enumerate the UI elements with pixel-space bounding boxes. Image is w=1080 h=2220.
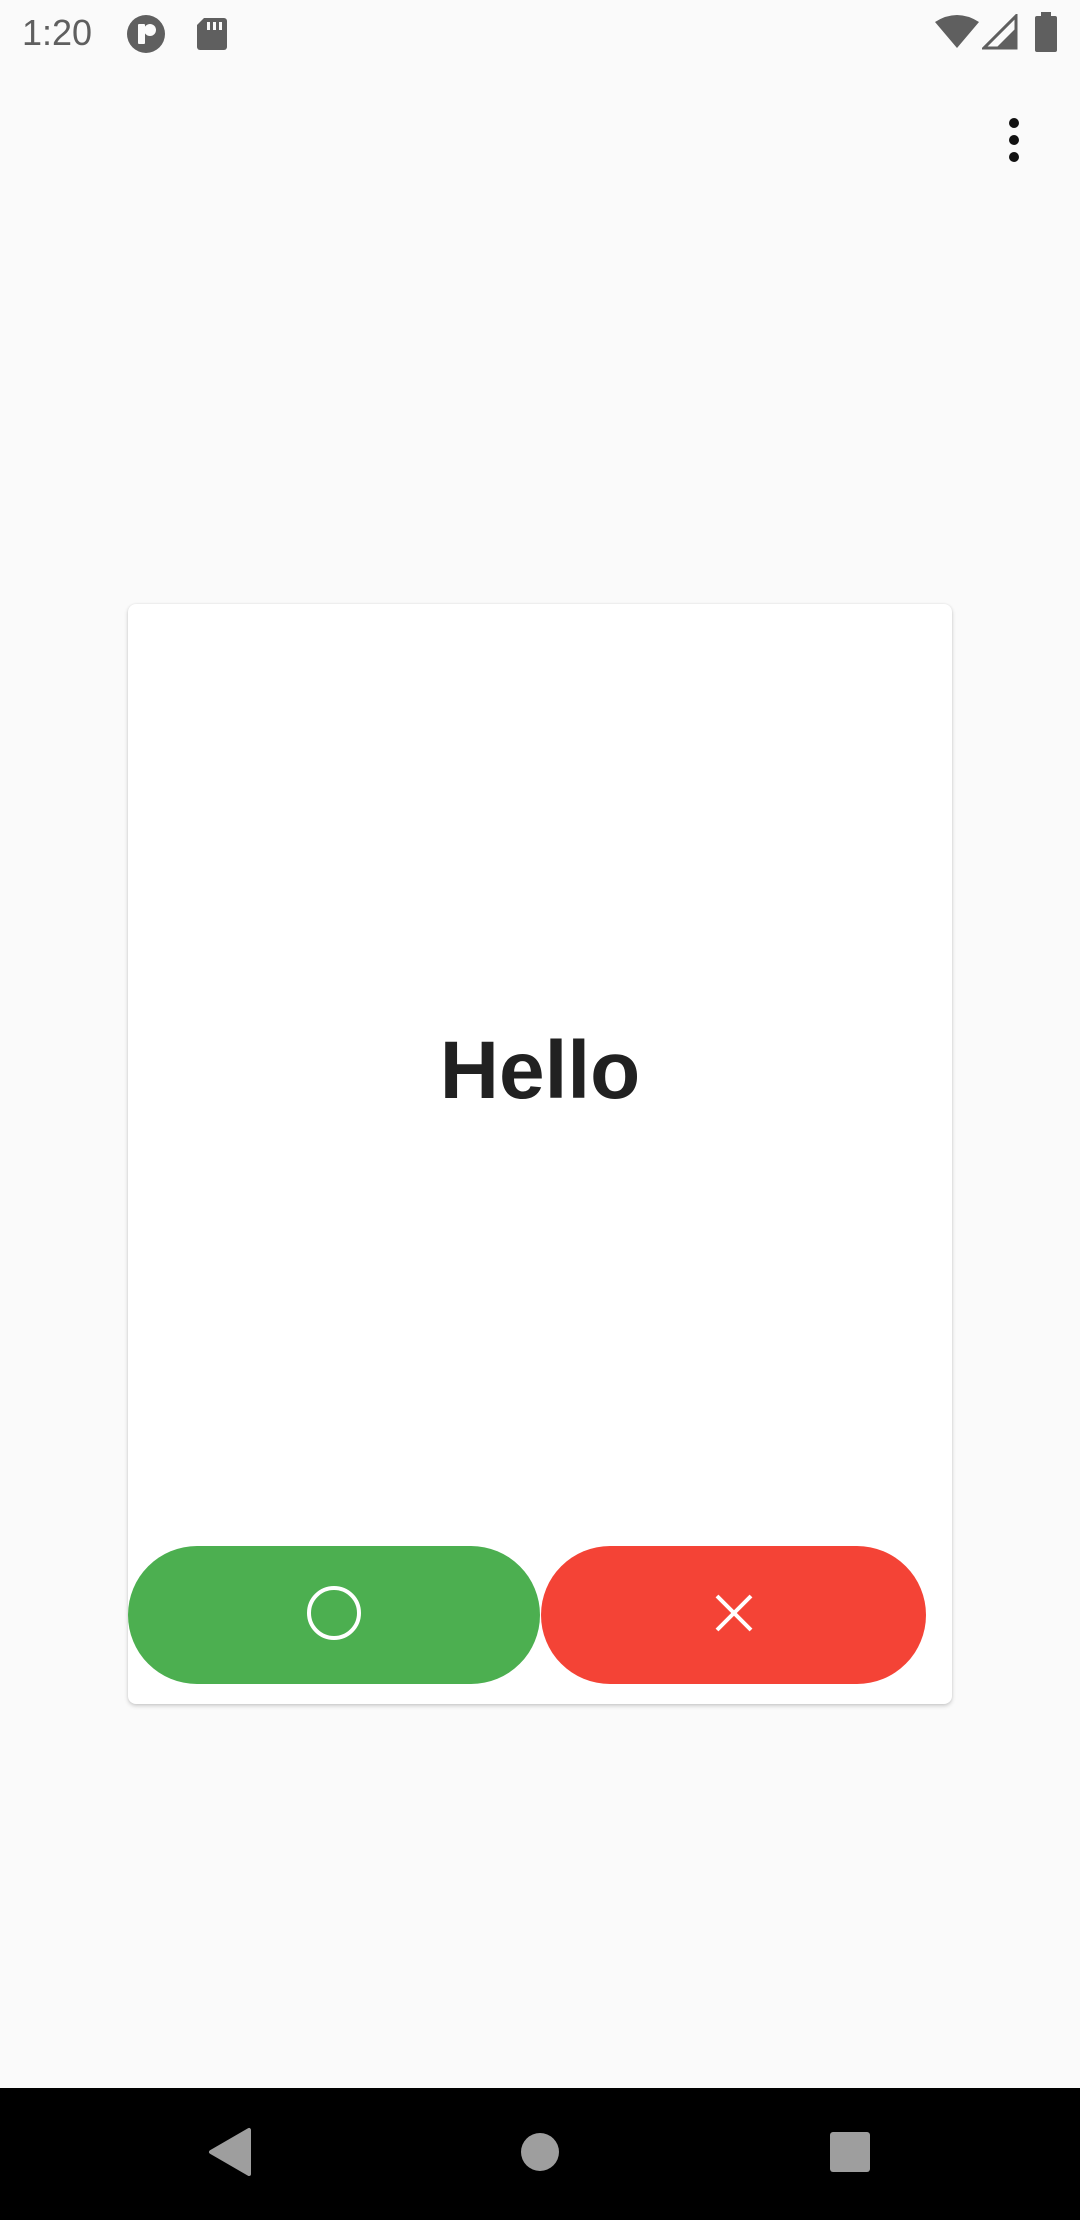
cross-icon: [713, 1592, 755, 1639]
home-button[interactable]: [508, 2122, 572, 2186]
more-options-button[interactable]: [990, 112, 1038, 172]
correct-button[interactable]: [128, 1546, 540, 1684]
battery-icon: [1034, 12, 1058, 57]
sd-card-icon: [192, 14, 232, 54]
home-circle-icon: [520, 2132, 560, 2177]
card-word: Hello: [439, 1025, 641, 1116]
back-button[interactable]: [198, 2122, 262, 2186]
circle-icon: [305, 1584, 363, 1647]
flashcard: Hello: [128, 604, 952, 1704]
navigation-bar: [0, 2088, 1080, 2220]
back-triangle-icon: [207, 2127, 253, 2182]
status-time: 1:20: [22, 12, 93, 53]
cellular-signal-icon: [980, 12, 1018, 55]
recents-button[interactable]: [818, 2122, 882, 2186]
recents-square-icon: [829, 2131, 871, 2178]
status-bar: 1:20: [0, 0, 1080, 66]
wrong-button[interactable]: [541, 1546, 926, 1684]
screen: 1:20 Hello: [0, 0, 1080, 2220]
more-vert-icon: [1008, 117, 1020, 168]
wifi-icon: [934, 14, 980, 55]
app-notification-icon: [126, 14, 166, 54]
